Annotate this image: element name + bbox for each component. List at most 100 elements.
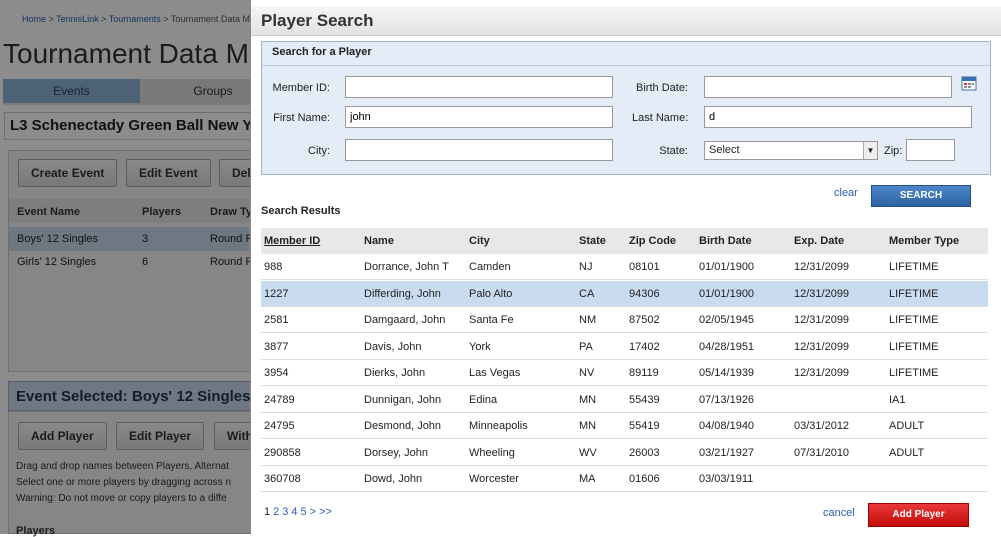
- cell-zip: 87502: [629, 314, 660, 326]
- last-name-label: Last Name:: [632, 112, 689, 124]
- page-link[interactable]: 5: [301, 506, 307, 518]
- cell-birth-date: 03/03/1911: [699, 473, 754, 485]
- cell-city: Wheeling: [469, 446, 515, 459]
- cell-member-id: 290858: [264, 446, 301, 459]
- birth-date-input[interactable]: [704, 76, 952, 98]
- cell-zip: 26003: [629, 446, 660, 459]
- cell-birth-date: 01/01/1900: [699, 261, 755, 273]
- city-label: City:: [308, 145, 330, 157]
- first-name-label: First Name:: [273, 112, 330, 124]
- city-input[interactable]: [345, 139, 613, 161]
- cell-name: Dierks, John: [364, 367, 426, 379]
- add-player-button[interactable]: Add Player: [868, 503, 969, 527]
- cell-state: MN: [579, 420, 597, 432]
- cell-member-id: 24795: [264, 420, 295, 432]
- result-row[interactable]: 3877 Davis, John York PA 17402 04/28/1951 12/3…: [261, 334, 988, 360]
- page-link[interactable]: >: [310, 506, 316, 518]
- cell-name: Dowd, John: [364, 473, 423, 485]
- cell-zip: 17402: [629, 340, 660, 353]
- cell-state: NM: [579, 314, 597, 326]
- cell-member-id: 360708: [264, 473, 301, 485]
- last-name-input[interactable]: [704, 106, 972, 128]
- calendar-icon[interactable]: [961, 75, 977, 91]
- cell-state: MN: [579, 393, 597, 406]
- cell-zip: 89119: [629, 367, 659, 379]
- state-select-value: Select: [709, 144, 740, 156]
- result-row[interactable]: 24789 Dunnigan, John Edina MN 55439 07/13/192…: [261, 387, 988, 413]
- cell-name: Dunnigan, John: [364, 393, 442, 406]
- cell-birth-date: 05/14/1939: [699, 367, 755, 379]
- col-member-type: Member Type: [889, 235, 960, 247]
- col-city: City: [469, 235, 490, 247]
- first-name-input[interactable]: [345, 106, 613, 128]
- clear-link[interactable]: clear: [834, 187, 858, 199]
- cell-zip: 08101: [629, 261, 660, 273]
- result-row[interactable]: 2581 Damgaard, John Santa Fe NM 87502 02/05/1…: [261, 307, 988, 333]
- member-id-label: Member ID:: [272, 82, 330, 94]
- cell-member-type: LIFETIME: [889, 314, 939, 326]
- state-select[interactable]: Select ▼: [704, 141, 878, 160]
- cell-member-type: ADULT: [889, 446, 925, 459]
- results-header: Member ID Name City State Zip Code Birth Date…: [261, 228, 988, 254]
- cell-birth-date: 01/01/1900: [699, 287, 755, 300]
- page-link[interactable]: 4: [291, 506, 297, 518]
- cell-exp-date: 12/31/2099: [794, 314, 850, 326]
- modal-title: Player Search: [261, 11, 374, 30]
- page-current: 1: [264, 506, 271, 518]
- col-member-id[interactable]: Member ID: [264, 228, 320, 254]
- zip-input[interactable]: [906, 139, 955, 161]
- cell-birth-date: 02/05/1945: [699, 314, 755, 326]
- cell-name: Differding, John: [364, 287, 441, 300]
- cell-state: CA: [579, 287, 595, 300]
- page-link[interactable]: 3: [282, 506, 288, 518]
- col-zip: Zip Code: [629, 235, 677, 247]
- result-row[interactable]: 360708 Dowd, John Worcester MA 01606 03/03/19…: [261, 466, 988, 492]
- state-label: State:: [659, 145, 688, 157]
- cell-member-type: LIFETIME: [889, 287, 939, 300]
- cell-name: Desmond, John: [364, 420, 442, 432]
- cell-city: Las Vegas: [469, 367, 521, 379]
- cell-birth-date: 04/08/1940: [699, 420, 755, 432]
- cell-city: Palo Alto: [469, 287, 513, 300]
- cell-city: Santa Fe: [469, 314, 514, 326]
- player-search-modal: Player Search Search for a Player Member…: [250, 0, 1001, 534]
- cell-member-type: LIFETIME: [889, 367, 939, 379]
- result-row[interactable]: 290858 Dorsey, John Wheeling WV 26003 03/21/1…: [261, 440, 988, 466]
- cell-exp-date: 12/31/2099: [794, 340, 850, 353]
- result-row[interactable]: 24795 Desmond, John Minneapolis MN 55419 04/0…: [261, 413, 988, 439]
- cell-member-id: 2581: [264, 314, 289, 326]
- cell-exp-date: 12/31/2099: [794, 367, 850, 379]
- result-row[interactable]: 3954 Dierks, John Las Vegas NV 89119 05/14/19…: [261, 360, 988, 386]
- cell-member-type: LIFETIME: [889, 340, 939, 353]
- col-exp-date: Exp. Date: [794, 235, 845, 247]
- member-id-input[interactable]: [345, 76, 613, 98]
- modal-header: Player Search: [251, 6, 1001, 36]
- cell-zip: 94306: [629, 287, 660, 300]
- birth-date-label: Birth Date:: [636, 82, 688, 94]
- cell-member-id: 988: [264, 261, 283, 273]
- result-row[interactable]: 1227 Differding, John Palo Alto CA 94306 01/0…: [261, 280, 988, 307]
- page-link[interactable]: >>: [319, 506, 332, 518]
- cell-city: Worcester: [469, 473, 519, 485]
- cell-birth-date: 04/28/1951: [699, 340, 755, 353]
- cancel-link[interactable]: cancel: [823, 507, 855, 519]
- search-button[interactable]: SEARCH: [871, 185, 971, 207]
- search-form: Search for a Player Member ID: Birth Dat…: [261, 41, 991, 175]
- cell-state: PA: [579, 340, 593, 353]
- cell-zip: 01606: [629, 473, 660, 485]
- cell-member-id: 3954: [264, 367, 289, 379]
- cell-exp-date: 03/31/2012: [794, 420, 850, 432]
- cell-zip: 55439: [629, 393, 660, 406]
- cell-name: Davis, John: [364, 340, 422, 353]
- cell-city: Camden: [469, 261, 511, 273]
- zip-label: Zip:: [884, 145, 903, 157]
- cell-city: York: [469, 340, 491, 353]
- col-state: State: [579, 235, 606, 247]
- cell-member-type: ADULT: [889, 420, 925, 432]
- cell-state: WV: [579, 446, 597, 459]
- cell-exp-date: 12/31/2099: [794, 287, 850, 300]
- page-link[interactable]: 2: [273, 506, 279, 518]
- cell-state: MA: [579, 473, 596, 485]
- cell-name: Dorsey, John: [364, 446, 428, 459]
- result-row[interactable]: 988 Dorrance, John T Camden NJ 08101 01/01/19…: [261, 254, 988, 280]
